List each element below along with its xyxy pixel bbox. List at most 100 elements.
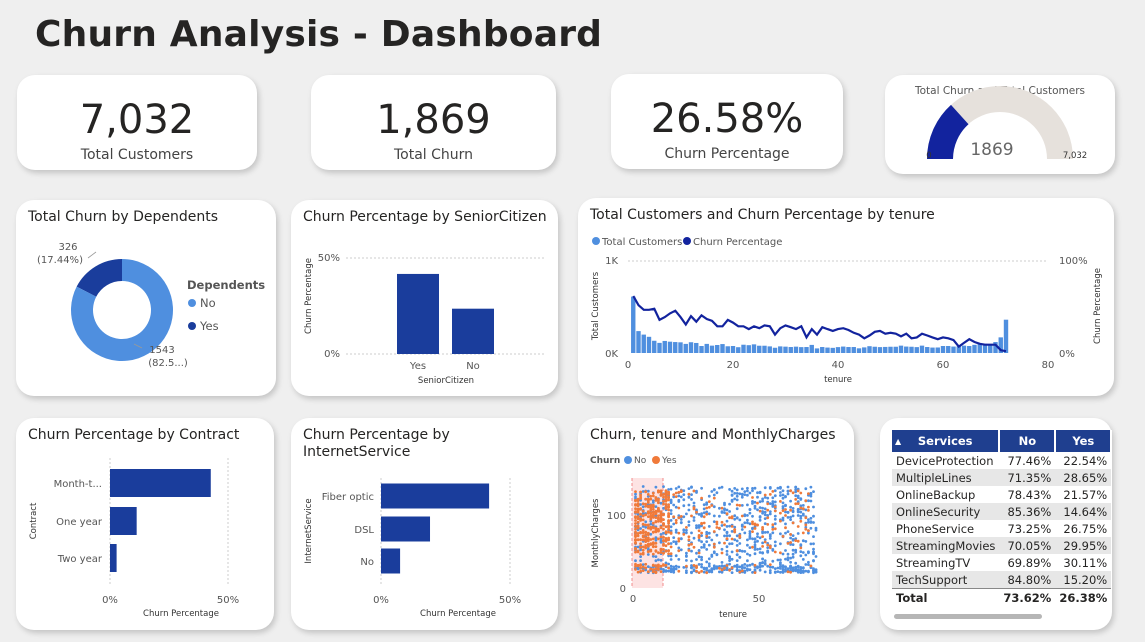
dependents-donut-card[interactable]: Total Churn by Dependents 326 (17.44%) 1… [16, 200, 276, 396]
bar-tenure-10[interactable] [678, 342, 683, 353]
table-row[interactable]: DeviceProtection 77.46% 22.54% [892, 452, 1111, 469]
bar-tenure-30[interactable] [783, 346, 788, 353]
bar-tenure-14[interactable] [699, 346, 704, 353]
bar-fiber-optic[interactable] [381, 483, 490, 509]
bar-tenure-37[interactable] [820, 347, 825, 353]
bar-one-year[interactable] [110, 507, 137, 535]
bar-no[interactable] [381, 548, 401, 574]
legend-churn-pct-label[interactable]: Churn Percentage [693, 237, 782, 248]
bar-tenure-53[interactable] [904, 346, 909, 353]
bar-tenure-39[interactable] [830, 347, 835, 353]
bar-tenure-11[interactable] [683, 343, 688, 353]
bar-tenure-64[interactable] [961, 345, 967, 353]
contract-chart-card[interactable]: Churn Percentage by Contract Contract Mo… [16, 418, 274, 630]
bar-tenure-59[interactable] [935, 347, 940, 353]
bar-tenure-36[interactable] [814, 348, 820, 353]
legend-yes-label[interactable]: Yes [199, 319, 219, 333]
kpi-churn-pct-card[interactable]: 26.58% Churn Percentage [611, 74, 843, 169]
bar-tenure-7[interactable] [662, 340, 667, 353]
bar-tenure-1[interactable] [631, 296, 636, 353]
bar-tenure-66[interactable] [972, 344, 977, 353]
kpi-total-churn-card[interactable]: 1,869 Total Churn [311, 75, 556, 170]
bar-tenure-52[interactable] [898, 345, 904, 353]
bar-tenure-2[interactable] [636, 331, 641, 353]
senior-citizen-chart-card[interactable]: Churn Percentage by SeniorCitizen 50% 0%… [291, 200, 558, 396]
bar-tenure-54[interactable] [909, 346, 914, 353]
legend-total-customers-label[interactable]: Total Customers [601, 237, 682, 248]
bar-tenure-50[interactable] [888, 346, 893, 353]
bar-tenure-5[interactable] [652, 340, 657, 353]
bar-tenure-38[interactable] [825, 347, 830, 353]
bar-tenure-21[interactable] [736, 347, 741, 353]
bar-tenure-16[interactable] [709, 345, 715, 353]
bar-tenure-40[interactable] [835, 347, 841, 353]
services-table-card[interactable]: ▲ Services No Yes DeviceProtection 77.46%… [880, 418, 1113, 630]
header-no[interactable]: No [999, 430, 1057, 452]
legend-yes-label[interactable]: Yes [661, 456, 677, 466]
bar-yes[interactable] [397, 273, 439, 354]
bar-tenure-60[interactable] [940, 346, 946, 353]
bar-two-year[interactable] [110, 544, 117, 572]
bar-tenure-47[interactable] [872, 346, 877, 353]
table-row[interactable]: MultipleLines 71.35% 28.65% [892, 469, 1112, 486]
scatter-chart-card[interactable]: Churn, tenure and MonthlyCharges Churn N… [578, 418, 854, 630]
table-row[interactable]: TechSupport 84.80% 15.20% [892, 571, 1112, 589]
header-yes[interactable]: Yes [1055, 430, 1113, 452]
bar-tenure-72[interactable] [1003, 319, 1009, 353]
internet-service-chart-card[interactable]: Churn Percentage by InternetService Inte… [291, 418, 558, 630]
bar-tenure-49[interactable] [883, 346, 888, 353]
bar-tenure-26[interactable] [762, 345, 767, 353]
bar-tenure-22[interactable] [741, 344, 746, 353]
table-row[interactable]: PhoneService 73.25% 26.75% [892, 520, 1111, 537]
bar-tenure-55[interactable] [914, 347, 919, 353]
horizontal-scrollbar[interactable] [894, 614, 1042, 619]
legend-no-label[interactable]: No [634, 456, 647, 466]
bar-tenure-44[interactable] [856, 348, 862, 353]
table-row[interactable]: StreamingMovies 70.05% 29.95% [892, 537, 1112, 554]
table-row[interactable]: OnlineBackup 78.43% 21.57% [892, 486, 1111, 503]
table-row[interactable]: StreamingTV 69.89% 30.11% [892, 554, 1111, 571]
bar-tenure-15[interactable] [704, 343, 709, 353]
bar-tenure-35[interactable] [809, 344, 814, 353]
bar-tenure-48[interactable] [877, 347, 883, 353]
bar-tenure-17[interactable] [715, 344, 720, 353]
bar-tenure-31[interactable] [788, 347, 793, 353]
bar-dsl[interactable] [381, 516, 431, 542]
bar-tenure-32[interactable] [793, 346, 799, 353]
bar-tenure-45[interactable] [862, 347, 867, 353]
bar-tenure-65[interactable] [967, 346, 972, 353]
gauge-card[interactable]: Total Churn and Total Customers 1869 0 7… [885, 75, 1115, 174]
tenure-combo-chart-card[interactable]: Total Customers and Churn Percentage by … [578, 198, 1114, 396]
bar-tenure-13[interactable] [694, 342, 699, 353]
bar-tenure-42[interactable] [846, 347, 851, 353]
bar-tenure-29[interactable] [778, 346, 783, 353]
bar-tenure-23[interactable] [746, 345, 751, 353]
table-row[interactable]: OnlineSecurity 85.36% 14.64% [892, 503, 1112, 520]
bar-tenure-4[interactable] [646, 336, 652, 353]
sort-ascending-icon[interactable]: ▲ [895, 437, 901, 446]
bar-tenure-8[interactable] [667, 341, 673, 353]
bar-month-t[interactable] [110, 469, 211, 497]
legend-no-label[interactable]: No [200, 296, 216, 310]
bar-tenure-18[interactable] [720, 344, 725, 353]
bar-tenure-27[interactable] [767, 346, 772, 353]
bar-tenure-28[interactable] [772, 347, 778, 353]
bar-tenure-56[interactable] [919, 345, 925, 353]
bar-no[interactable] [452, 308, 494, 354]
bar-tenure-57[interactable] [925, 347, 930, 353]
bar-tenure-6[interactable] [657, 342, 662, 353]
header-services[interactable]: ▲ Services [892, 430, 1001, 452]
bar-tenure-3[interactable] [641, 334, 646, 353]
bar-tenure-24[interactable] [751, 344, 757, 353]
bar-tenure-46[interactable] [867, 346, 872, 353]
bar-tenure-41[interactable] [841, 346, 846, 353]
bar-tenure-62[interactable] [951, 346, 956, 353]
bar-tenure-61[interactable] [946, 346, 951, 353]
bar-tenure-12[interactable] [688, 342, 694, 353]
bar-tenure-34[interactable] [804, 347, 809, 353]
bar-tenure-67[interactable] [977, 343, 982, 353]
bar-tenure-51[interactable] [893, 346, 898, 353]
bar-tenure-19[interactable] [725, 346, 730, 353]
bar-tenure-20[interactable] [730, 346, 736, 353]
kpi-total-customers-card[interactable]: 7,032 Total Customers [17, 75, 257, 170]
